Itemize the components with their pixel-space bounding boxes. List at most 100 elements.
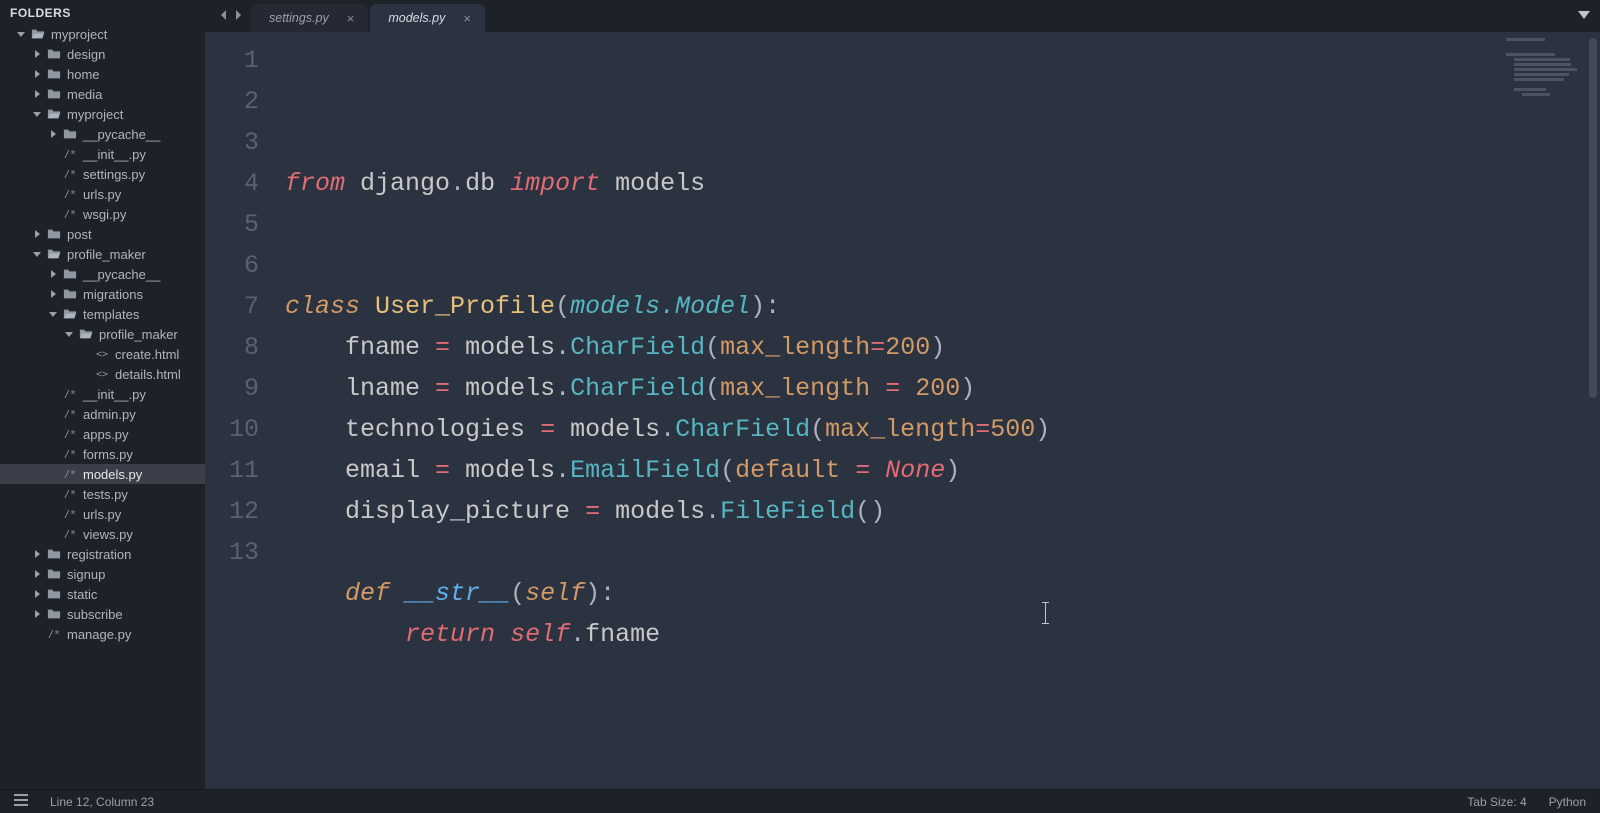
- minimap[interactable]: [1496, 32, 1586, 789]
- tree-item[interactable]: <>details.html: [0, 364, 205, 384]
- chevron-right-icon[interactable]: [48, 129, 58, 139]
- close-icon[interactable]: ×: [347, 11, 355, 26]
- tree-item[interactable]: /*manage.py: [0, 624, 205, 644]
- file-tab[interactable]: models.py×: [370, 4, 485, 32]
- tree-item[interactable]: media: [0, 84, 205, 104]
- tree-item[interactable]: /*__init__.py: [0, 144, 205, 164]
- tree-item[interactable]: /*admin.py: [0, 404, 205, 424]
- tree-item-label: create.html: [115, 347, 199, 362]
- tree-item[interactable]: __pycache__: [0, 264, 205, 284]
- status-language[interactable]: Python: [1549, 795, 1586, 809]
- tree-item[interactable]: static: [0, 584, 205, 604]
- tree-item[interactable]: /* urls.py: [0, 504, 205, 524]
- tree-item-label: admin.py: [83, 407, 199, 422]
- tree-item[interactable]: profile_maker: [0, 324, 205, 344]
- folder-open-icon: [62, 306, 78, 322]
- tab-overflow-button[interactable]: [1578, 8, 1590, 26]
- tree-item[interactable]: myproject: [0, 24, 205, 44]
- py-icon: /*: [62, 506, 78, 522]
- tree-arrow-none: [48, 149, 58, 159]
- tree-item[interactable]: migrations: [0, 284, 205, 304]
- tree-item[interactable]: /*__init__.py: [0, 384, 205, 404]
- tree-item-label: myproject: [51, 27, 199, 42]
- chevron-right-icon[interactable]: [32, 589, 42, 599]
- code-line[interactable]: def __str__(self):: [285, 573, 1496, 614]
- tree-item[interactable]: home: [0, 64, 205, 84]
- vertical-scrollbar[interactable]: [1586, 32, 1600, 789]
- code-line[interactable]: return self.fname: [285, 614, 1496, 655]
- code-editor[interactable]: 12345678910111213 from django.db import …: [205, 32, 1600, 789]
- chevron-down-icon[interactable]: [64, 329, 74, 339]
- tree-item-label: post: [67, 227, 199, 242]
- tree-item[interactable]: profile_maker: [0, 244, 205, 264]
- code-line[interactable]: lname = models.CharField(max_length = 20…: [285, 368, 1496, 409]
- code-line[interactable]: email = models.EmailField(default = None…: [285, 450, 1496, 491]
- tree-item-label: apps.py: [83, 427, 199, 442]
- editor-panel: settings.py×models.py× 12345678910111213…: [205, 0, 1600, 789]
- tree-item-label: design: [67, 47, 199, 62]
- status-tab-size[interactable]: Tab Size: 4: [1467, 795, 1526, 809]
- chevron-right-icon[interactable]: [32, 49, 42, 59]
- tree-item[interactable]: /*apps.py: [0, 424, 205, 444]
- tree-arrow-none: [48, 209, 58, 219]
- chevron-right-icon[interactable]: [32, 89, 42, 99]
- tree-item[interactable]: /*settings.py: [0, 164, 205, 184]
- folder-tree[interactable]: myproject design home media myproject __pycac…: [0, 24, 205, 789]
- chevron-right-icon[interactable]: [32, 549, 42, 559]
- tree-item[interactable]: myproject: [0, 104, 205, 124]
- chevron-down-icon[interactable]: [32, 109, 42, 119]
- chevron-down-icon[interactable]: [32, 249, 42, 259]
- code-line[interactable]: [285, 204, 1496, 245]
- tab-bar: settings.py×models.py×: [205, 0, 1600, 32]
- code-line[interactable]: technologies = models.CharField(max_leng…: [285, 409, 1496, 450]
- tree-item[interactable]: /*wsgi.py: [0, 204, 205, 224]
- code-line[interactable]: display_picture = models.FileField(): [285, 491, 1496, 532]
- chevron-down-icon[interactable]: [16, 29, 26, 39]
- tree-item[interactable]: /*forms.py: [0, 444, 205, 464]
- file-tab[interactable]: settings.py×: [251, 4, 368, 32]
- tree-item[interactable]: <>create.html: [0, 344, 205, 364]
- folder-icon: [46, 566, 62, 582]
- code-content[interactable]: from django.db import models class User_…: [275, 32, 1496, 789]
- tree-item-label: views.py: [83, 527, 199, 542]
- py-icon: /*: [62, 166, 78, 182]
- chevron-right-icon[interactable]: [48, 289, 58, 299]
- tab-back-button[interactable]: [217, 7, 231, 25]
- tree-item[interactable]: subscribe: [0, 604, 205, 624]
- code-line[interactable]: [285, 245, 1496, 286]
- chevron-right-icon[interactable]: [32, 229, 42, 239]
- status-cursor-position[interactable]: Line 12, Column 23: [50, 795, 154, 809]
- tree-item[interactable]: signup: [0, 564, 205, 584]
- chevron-right-icon[interactable]: [32, 609, 42, 619]
- menu-icon[interactable]: [14, 794, 28, 809]
- code-line[interactable]: [285, 532, 1496, 573]
- tree-item[interactable]: registration: [0, 544, 205, 564]
- chevron-right-icon[interactable]: [32, 69, 42, 79]
- tree-item-label: media: [67, 87, 199, 102]
- chevron-right-icon[interactable]: [32, 569, 42, 579]
- tree-item[interactable]: post: [0, 224, 205, 244]
- tree-item-label: myproject: [67, 107, 199, 122]
- code-line[interactable]: [285, 655, 1496, 696]
- tree-item[interactable]: design: [0, 44, 205, 64]
- tree-item-label: __pycache__: [83, 127, 199, 142]
- chevron-down-icon[interactable]: [48, 309, 58, 319]
- chevron-right-icon[interactable]: [48, 269, 58, 279]
- tree-item[interactable]: templates: [0, 304, 205, 324]
- tree-item[interactable]: /*urls.py: [0, 184, 205, 204]
- tree-item-label: urls.py: [83, 187, 199, 202]
- folder-icon: [46, 46, 62, 62]
- code-line[interactable]: class User_Profile(models.Model):: [285, 286, 1496, 327]
- line-number-gutter: 12345678910111213: [205, 32, 275, 789]
- code-line[interactable]: fname = models.CharField(max_length=200): [285, 327, 1496, 368]
- tree-item-label: urls.py: [83, 507, 199, 522]
- close-icon[interactable]: ×: [463, 11, 471, 26]
- tree-item[interactable]: /*tests.py: [0, 484, 205, 504]
- tree-item-label: subscribe: [67, 607, 199, 622]
- tree-item[interactable]: __pycache__: [0, 124, 205, 144]
- tab-forward-button[interactable]: [231, 7, 245, 25]
- tree-item[interactable]: /*models.py: [0, 464, 205, 484]
- tree-item[interactable]: /*views.py: [0, 524, 205, 544]
- folder-open-icon: [46, 246, 62, 262]
- code-line[interactable]: from django.db import models: [285, 163, 1496, 204]
